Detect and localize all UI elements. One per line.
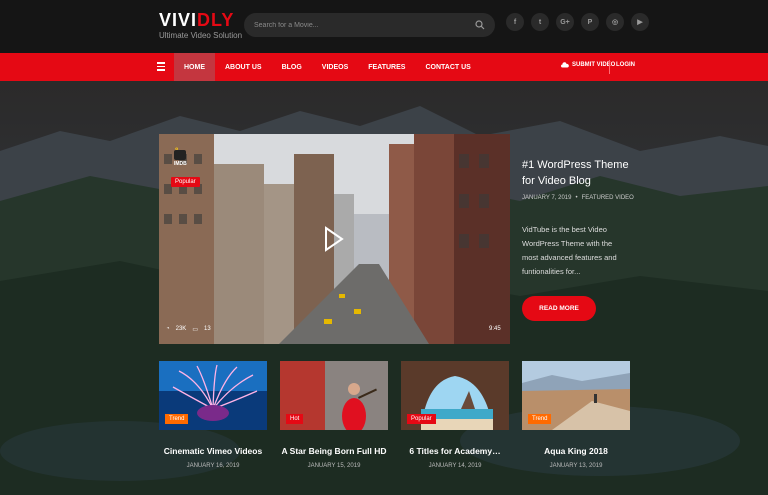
imdb-badge: IMDB bbox=[167, 150, 193, 168]
main-navigation: HOME ABOUT US BLOG VIDEOS FEATURES CONTA… bbox=[0, 53, 768, 81]
nav-item-contact[interactable]: CONTACT US bbox=[415, 53, 480, 81]
youtube-icon[interactable]: ▶ bbox=[631, 13, 649, 31]
hot-tag: Hot bbox=[286, 414, 304, 424]
video-stats: ◔ 23K ▭ 13 bbox=[166, 326, 211, 333]
video-card-title[interactable]: Aqua King 2018 bbox=[522, 446, 630, 456]
nav-item-about[interactable]: ABOUT US bbox=[215, 53, 272, 81]
featured-date: JANUARY 7, 2019 bbox=[522, 195, 572, 201]
nav-item-home[interactable]: HOME bbox=[174, 53, 215, 81]
search-box bbox=[244, 13, 495, 37]
video-card-date: JANUARY 14, 2019 bbox=[428, 463, 482, 469]
comments-icon: ▭ bbox=[192, 327, 198, 333]
search-icon[interactable] bbox=[475, 20, 485, 30]
video-card-date: JANUARY 13, 2019 bbox=[549, 463, 603, 469]
site-tagline: Ultimate Video Solution bbox=[159, 31, 243, 40]
pinterest-icon[interactable]: P bbox=[581, 13, 599, 31]
featured-description: VidTube is the best Video WordPress Them… bbox=[522, 225, 617, 276]
popular-badge: Popular bbox=[171, 177, 200, 187]
top-header: VIVIDLY Ultimate Video Solution f t G+ P… bbox=[0, 0, 768, 53]
video-card-title[interactable]: Cinematic Vimeo Videos bbox=[159, 446, 267, 456]
nav-item-videos[interactable]: VIDEOS bbox=[312, 53, 358, 81]
read-more-button[interactable]: READ MORE bbox=[522, 296, 596, 321]
video-card-title[interactable]: 6 Titles for Academy… bbox=[401, 446, 509, 456]
video-duration: 9:45 bbox=[489, 326, 501, 332]
popular-tag: Popular bbox=[407, 414, 436, 424]
nav-item-features[interactable]: FEATURES bbox=[358, 53, 415, 81]
featured-category[interactable]: FEATURED VIDEO bbox=[582, 195, 634, 201]
play-icon[interactable] bbox=[322, 226, 344, 252]
nav-menu: HOME ABOUT US BLOG VIDEOS FEATURES CONTA… bbox=[174, 53, 481, 81]
video-card-thumbnail[interactable]: Popular bbox=[401, 361, 509, 430]
social-links: f t G+ P ◎ ▶ bbox=[506, 13, 649, 31]
cloud-upload-icon bbox=[561, 62, 569, 68]
video-card-date: JANUARY 16, 2019 bbox=[186, 463, 240, 469]
logo-part-red: DLY bbox=[197, 10, 235, 30]
submit-video-link[interactable]: SUBMIT VIDEO bbox=[561, 62, 615, 68]
video-card-date: JANUARY 15, 2019 bbox=[307, 463, 361, 469]
video-card-thumbnail[interactable]: Hot bbox=[280, 361, 388, 430]
search-input[interactable] bbox=[254, 13, 464, 37]
site-logo[interactable]: VIVIDLY bbox=[159, 10, 234, 31]
facebook-icon[interactable]: f bbox=[506, 13, 524, 31]
trend-tag: Trend bbox=[165, 414, 189, 424]
video-card-title[interactable]: A Star Being Born Full HD bbox=[280, 446, 388, 456]
featured-meta: JANUARY 7, 2019 • FEATURED VIDEO bbox=[522, 195, 634, 201]
logo-part-white: VIVI bbox=[159, 10, 198, 30]
video-card-thumbnail[interactable]: Trend bbox=[159, 361, 267, 430]
views-count: 23K bbox=[175, 326, 187, 332]
trend-tag: Trend bbox=[528, 414, 552, 424]
views-icon: ◔ bbox=[166, 326, 170, 332]
instagram-icon[interactable]: ◎ bbox=[606, 13, 624, 31]
nav-divider bbox=[609, 60, 610, 74]
nav-item-blog[interactable]: BLOG bbox=[272, 53, 312, 81]
comments-count: 13 bbox=[203, 326, 211, 332]
video-card-thumbnail[interactable]: Trend bbox=[522, 361, 630, 430]
featured-title[interactable]: #1 WordPress Theme for Video Blog bbox=[522, 157, 632, 189]
login-link[interactable]: LOGIN bbox=[616, 62, 635, 68]
menu-icon[interactable] bbox=[157, 62, 167, 72]
twitter-icon[interactable]: t bbox=[531, 13, 549, 31]
imdb-label: IMDB bbox=[174, 161, 187, 167]
meta-dot: • bbox=[575, 195, 578, 201]
google-plus-icon[interactable]: G+ bbox=[556, 13, 574, 31]
